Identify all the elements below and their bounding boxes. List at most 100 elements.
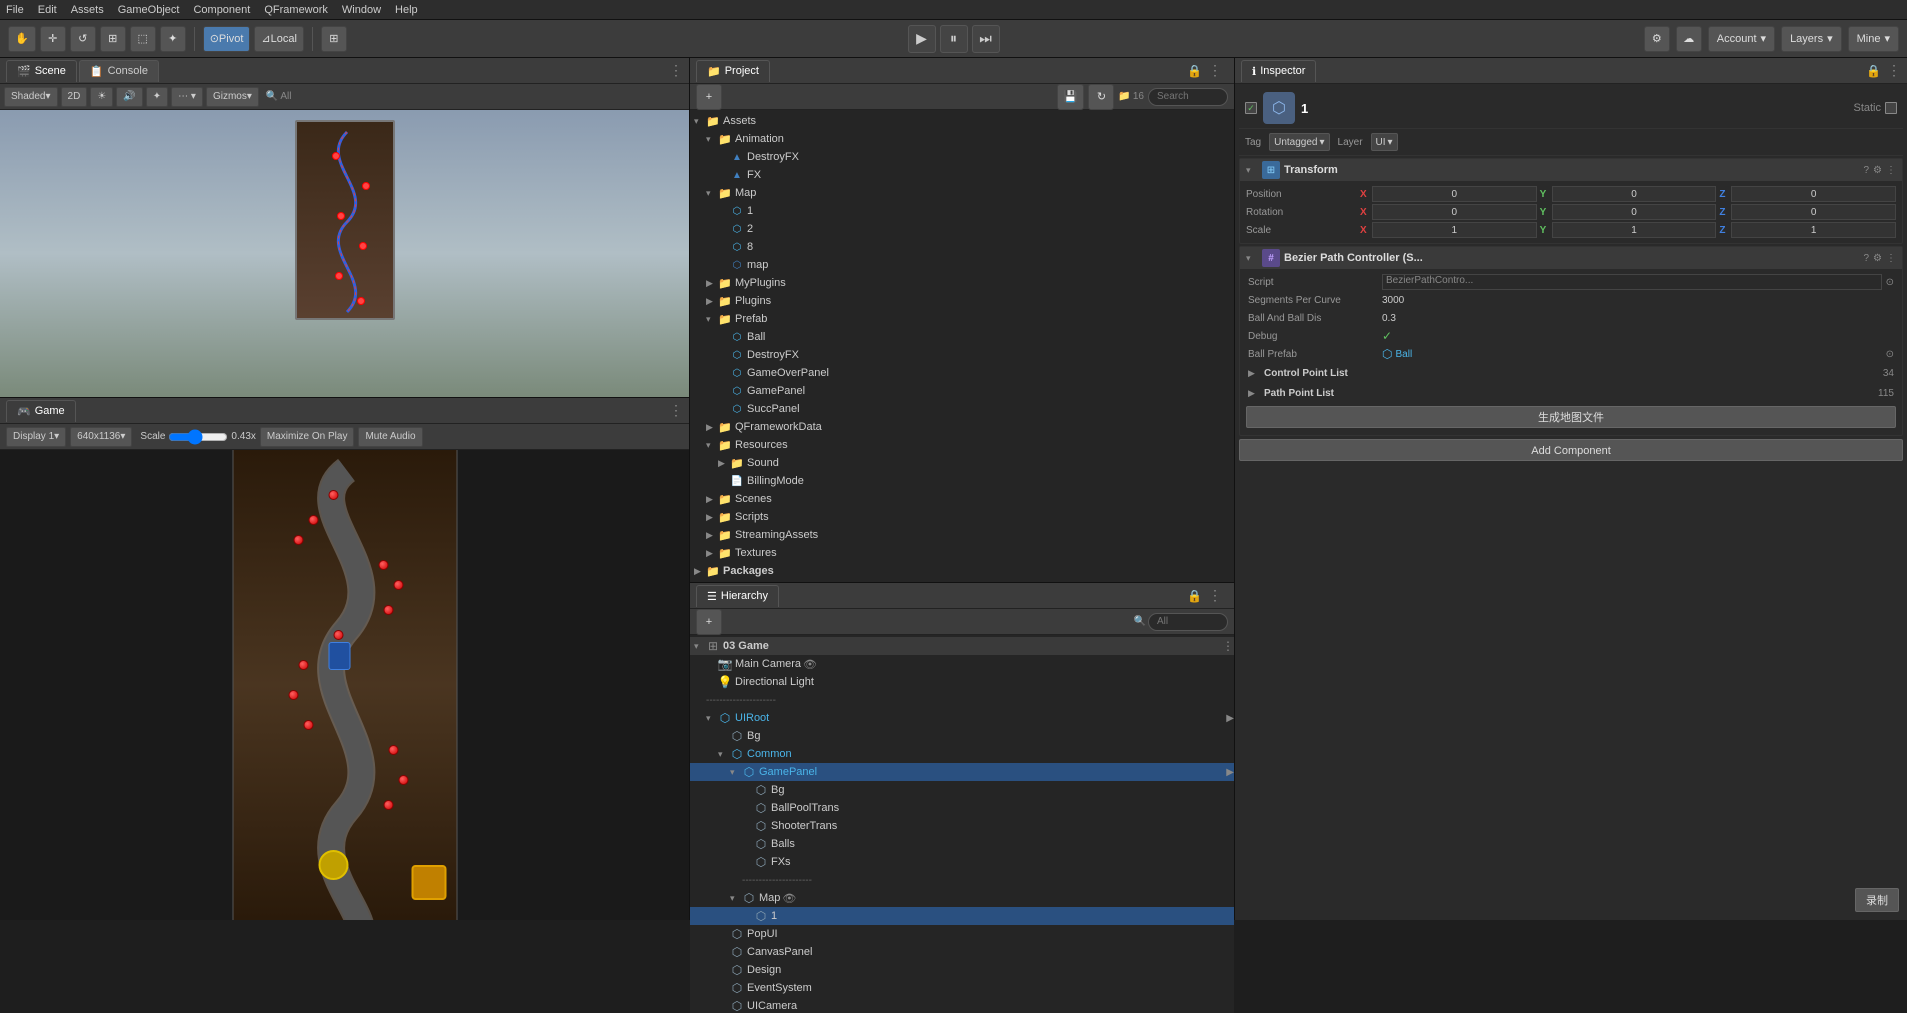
game-tab-more[interactable]: ⋮ [669, 402, 683, 419]
tag-dropdown[interactable]: Untagged ▾ [1269, 133, 1329, 151]
extra-tool-btn[interactable]: ⊞ [321, 26, 347, 52]
tree-streaming[interactable]: ▶ 📁 StreamingAssets [690, 526, 1234, 544]
tree-map2[interactable]: ⬡ 2 [690, 220, 1234, 238]
pivot-btn[interactable]: ⊙ Pivot [203, 26, 251, 52]
hierarchy-map[interactable]: ▾ ⬡ Map 👁 [690, 889, 1234, 907]
tab-inspector[interactable]: ℹ Inspector [1241, 60, 1316, 82]
tree-gamepanel-proj[interactable]: ⬡ GamePanel [690, 382, 1234, 400]
bezier-header[interactable]: ▾ # Bezier Path Controller (S... ? ⚙ ⋮ [1240, 247, 1902, 269]
scene-tab-more[interactable]: ⋮ [669, 62, 683, 79]
path-list-row[interactable]: ▶ Path Point List 115 [1246, 383, 1896, 403]
generate-map-btn[interactable]: 生成地图文件 [1246, 406, 1896, 428]
tree-map[interactable]: ▾ 📁 Map [690, 184, 1234, 202]
tree-mapfile[interactable]: ⬡ map [690, 256, 1234, 274]
bezier-settings-icon[interactable]: ⚙ [1873, 253, 1882, 264]
menu-help[interactable]: Help [395, 4, 418, 16]
menu-file[interactable]: File [6, 4, 24, 16]
play-button[interactable]: ▶ [908, 25, 936, 53]
inspector-more-icon[interactable]: ⋮ [1887, 62, 1901, 79]
pos-y-input[interactable] [1552, 186, 1717, 202]
control-list-row[interactable]: ▶ Control Point List 34 [1246, 363, 1896, 383]
hierarchy-uicamera[interactable]: ⬡ UICamera [690, 997, 1234, 1013]
tree-qfw[interactable]: ▶ 📁 QFrameworkData [690, 418, 1234, 436]
layers-dropdown[interactable]: Layers ▾ [1781, 26, 1842, 52]
transform-header[interactable]: ▾ ⊞ Transform ? ⚙ ⋮ [1240, 159, 1902, 181]
tree-packages[interactable]: ▶ 📁 Packages [690, 562, 1234, 580]
scale-slider[interactable] [168, 432, 228, 442]
record-btn[interactable]: 录制 [1855, 888, 1899, 912]
rotate-tool-btn[interactable]: ↺ [70, 26, 96, 52]
menu-window[interactable]: Window [342, 4, 381, 16]
tab-project[interactable]: 📁 Project [696, 60, 770, 82]
display-dropdown[interactable]: Display 1 ▾ [6, 427, 66, 447]
hierarchy-eventsystem[interactable]: ⬡ EventSystem [690, 979, 1234, 997]
tree-animation[interactable]: ▾ 📁 Animation [690, 130, 1234, 148]
transform-more-icon[interactable]: ⋮ [1886, 165, 1896, 176]
hierarchy-more-icon[interactable]: ⋮ [1208, 587, 1222, 604]
hierarchy-search-input[interactable] [1148, 613, 1228, 631]
tree-fx-anim[interactable]: ▲ FX [690, 166, 1234, 184]
scene-more-btn[interactable]: ⋯ ▾ [171, 87, 203, 107]
rot-y-input[interactable] [1552, 204, 1717, 220]
hierarchy-balls[interactable]: ⬡ Balls [690, 835, 1234, 853]
tree-myplugins[interactable]: ▶ 📁 MyPlugins [690, 274, 1234, 292]
tree-billingmode[interactable]: 📄 BillingMode [690, 472, 1234, 490]
step-button[interactable]: ⏭ [972, 25, 1000, 53]
account-dropdown[interactable]: Account ▾ [1708, 26, 1775, 52]
hierarchy-canvaspanel[interactable]: ⬡ CanvasPanel [690, 943, 1234, 961]
rect-tool-btn[interactable]: ⬚ [130, 26, 156, 52]
pos-x-input[interactable] [1372, 186, 1537, 202]
hierarchy-popui[interactable]: ⬡ PopUI [690, 925, 1234, 943]
hierarchy-scene-root[interactable]: ▾ ⊞ 03 Game ⋮ [690, 637, 1234, 655]
obj-active-checkbox[interactable] [1245, 102, 1257, 114]
pause-button[interactable]: ⏸ [940, 25, 968, 53]
bezier-help-icon[interactable]: ? [1863, 253, 1869, 264]
hierarchy-map1[interactable]: ⬡ 1 [690, 907, 1234, 925]
effects-btn[interactable]: ✦ [146, 87, 168, 107]
tree-sound[interactable]: ▶ 📁 Sound [690, 454, 1234, 472]
tree-plugins[interactable]: ▶ 📁 Plugins [690, 292, 1234, 310]
hierarchy-maincam[interactable]: 📷 Main Camera 👁 [690, 655, 1234, 673]
hierarchy-common[interactable]: ▾ ⬡ Common [690, 745, 1234, 763]
hierarchy-fxs[interactable]: ⬡ FXs [690, 853, 1234, 871]
tree-resources[interactable]: ▾ 📁 Resources [690, 436, 1234, 454]
pos-z-input[interactable] [1731, 186, 1896, 202]
hierarchy-design[interactable]: ⬡ Design [690, 961, 1234, 979]
tree-ball[interactable]: ⬡ Ball [690, 328, 1234, 346]
collab-btn[interactable]: ⚙ [1644, 26, 1670, 52]
save-btn[interactable]: 💾 [1057, 84, 1085, 110]
menu-qframework[interactable]: QFramework [264, 4, 328, 16]
resolution-dropdown[interactable]: 640x1136 ▾ [70, 427, 132, 447]
hierarchy-shootertrans[interactable]: ⬡ ShooterTrans [690, 817, 1234, 835]
tab-hierarchy[interactable]: ☰ Hierarchy [696, 585, 779, 607]
sc-x-input[interactable] [1372, 222, 1537, 238]
hierarchy-uiroot[interactable]: ▾ ⬡ UIRoot ▶ [690, 709, 1234, 727]
project-more-icon[interactable]: ⋮ [1208, 62, 1222, 79]
tree-destroyfx[interactable]: ⬡ DestroyFX [690, 346, 1234, 364]
tree-assets[interactable]: ▾ 📁 Assets [690, 112, 1234, 130]
menu-assets[interactable]: Assets [71, 4, 104, 16]
tab-scene[interactable]: 🎬 Scene [6, 60, 77, 82]
hierarchy-bg1[interactable]: ⬡ Bg [690, 727, 1234, 745]
maximize-btn[interactable]: Maximize On Play [260, 427, 355, 447]
menu-component[interactable]: Component [193, 4, 250, 16]
tree-prefab[interactable]: ▾ 📁 Prefab [690, 310, 1234, 328]
add-component-btn[interactable]: Add Component [1239, 439, 1903, 461]
layout-dropdown[interactable]: Mine ▾ [1848, 26, 1899, 52]
2d-toggle[interactable]: 2D [61, 87, 88, 107]
hierarchy-bg2[interactable]: ⬡ Bg [690, 781, 1234, 799]
bezier-more-icon[interactable]: ⋮ [1886, 253, 1896, 264]
lighting-btn[interactable]: ☀ [90, 87, 113, 107]
tree-scripts[interactable]: ▶ 📁 Scripts [690, 508, 1234, 526]
project-search-input[interactable] [1148, 88, 1228, 106]
tab-console[interactable]: 📋 Console [79, 60, 159, 82]
rot-x-input[interactable] [1372, 204, 1537, 220]
move-tool-btn[interactable]: ✛ [40, 26, 66, 52]
scene-options-icon[interactable]: ⋮ [1222, 639, 1234, 653]
tree-scenes[interactable]: ▶ 📁 Scenes [690, 490, 1234, 508]
hierarchy-ballpooltrans[interactable]: ⬡ BallPoolTrans [690, 799, 1234, 817]
tree-gameoverpanel[interactable]: ⬡ GameOverPanel [690, 364, 1234, 382]
hierarchy-gamepanel[interactable]: ▾ ⬡ GamePanel ▶ [690, 763, 1234, 781]
refresh-btn[interactable]: ↻ [1088, 84, 1114, 110]
cam-eye-icon[interactable]: 👁 [803, 658, 817, 671]
